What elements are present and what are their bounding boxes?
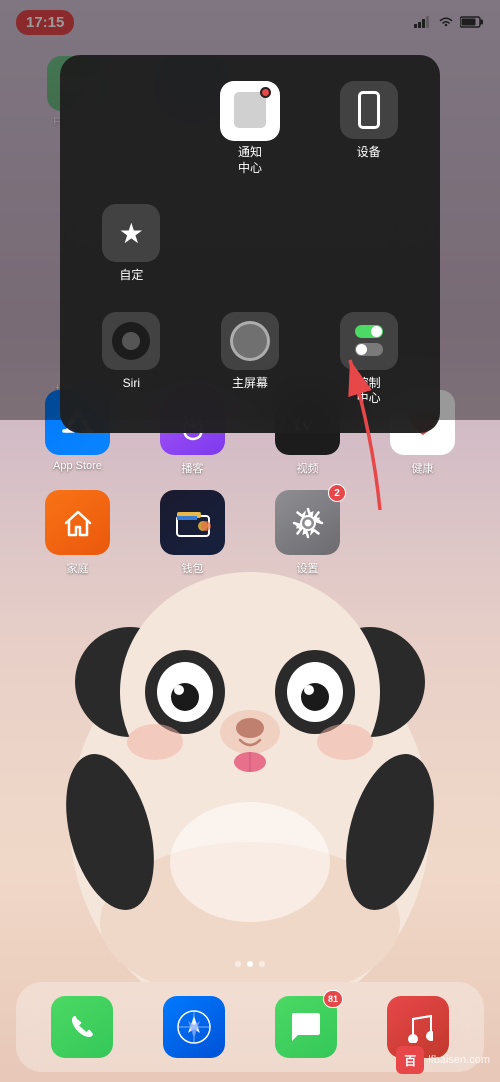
page-dot-1 xyxy=(235,961,241,967)
menu-item-home[interactable]: 主屏幕 xyxy=(195,302,306,417)
home-app-label: 家庭 xyxy=(67,560,89,576)
tv-label: 视频 xyxy=(297,460,319,476)
wallet-label: 钱包 xyxy=(182,560,204,576)
appstore-label: App Store xyxy=(53,460,102,472)
menu-item-notification[interactable]: 通知中心 xyxy=(195,71,306,186)
dock-safari[interactable] xyxy=(163,996,225,1058)
menu-item-siri[interactable]: Siri xyxy=(76,302,187,417)
watermark-logo: 百 xyxy=(396,1046,424,1074)
page-dot-2 xyxy=(247,961,253,967)
menu-item-device[interactable]: 设备 xyxy=(313,71,424,186)
app-home[interactable]: 家庭 xyxy=(45,490,110,576)
arrow-indicator xyxy=(320,310,420,530)
dock-phone[interactable] xyxy=(51,996,113,1058)
page-dot-3 xyxy=(259,961,265,967)
messages-badge: 81 xyxy=(323,990,343,1008)
settings-label: 设置 xyxy=(297,560,319,576)
home-label: 主屏幕 xyxy=(232,376,268,392)
watermark: 百 lfbaisen.com xyxy=(396,1046,490,1074)
customize-label: 自定 xyxy=(119,268,143,284)
wallpaper-panda xyxy=(0,402,500,982)
page-indicator xyxy=(0,961,500,967)
menu-item-customize[interactable]: ★ 自定 xyxy=(76,194,187,294)
podcast-label: 播客 xyxy=(182,460,204,476)
notification-label: 通知中心 xyxy=(238,145,262,176)
app-wallet[interactable]: 钱包 xyxy=(160,490,225,576)
device-label: 设备 xyxy=(357,145,381,161)
app-row-2: 家庭 钱包 2 设置 xyxy=(0,490,500,576)
dock-messages[interactable]: 81 xyxy=(275,996,337,1058)
watermark-text: lfbaisen.com xyxy=(428,1054,490,1066)
siri-label: Siri xyxy=(123,376,140,392)
